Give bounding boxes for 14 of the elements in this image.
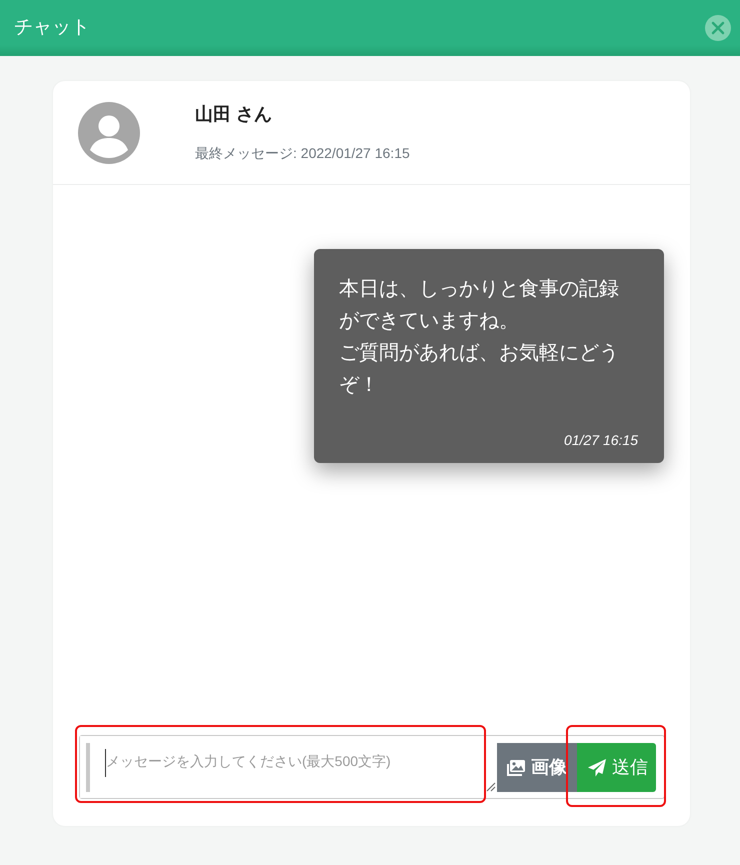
- resize-handle-icon[interactable]: [486, 782, 496, 792]
- close-icon: [705, 15, 731, 41]
- last-message-time: 最終メッセージ: 2022/01/27 16:15: [195, 144, 410, 163]
- window-title: チャット: [14, 16, 90, 40]
- contact-name: 山田 さん: [195, 103, 274, 126]
- message-time: 01/27 16:15: [564, 431, 638, 450]
- message-text: ご質問があれば、お気軽にどうぞ！: [339, 341, 620, 398]
- message-input-group[interactable]: メッセージを入力してください(最大500文字) 画像 送信: [79, 735, 665, 799]
- message-text: 本日は、しっかりと食事の記録ができていますね。: [339, 277, 620, 334]
- paper-plane-icon: [587, 758, 607, 778]
- avatar-icon: [78, 102, 140, 164]
- image-button[interactable]: 画像: [497, 743, 577, 792]
- image-icon: [506, 758, 526, 778]
- send-button[interactable]: 送信: [577, 743, 656, 792]
